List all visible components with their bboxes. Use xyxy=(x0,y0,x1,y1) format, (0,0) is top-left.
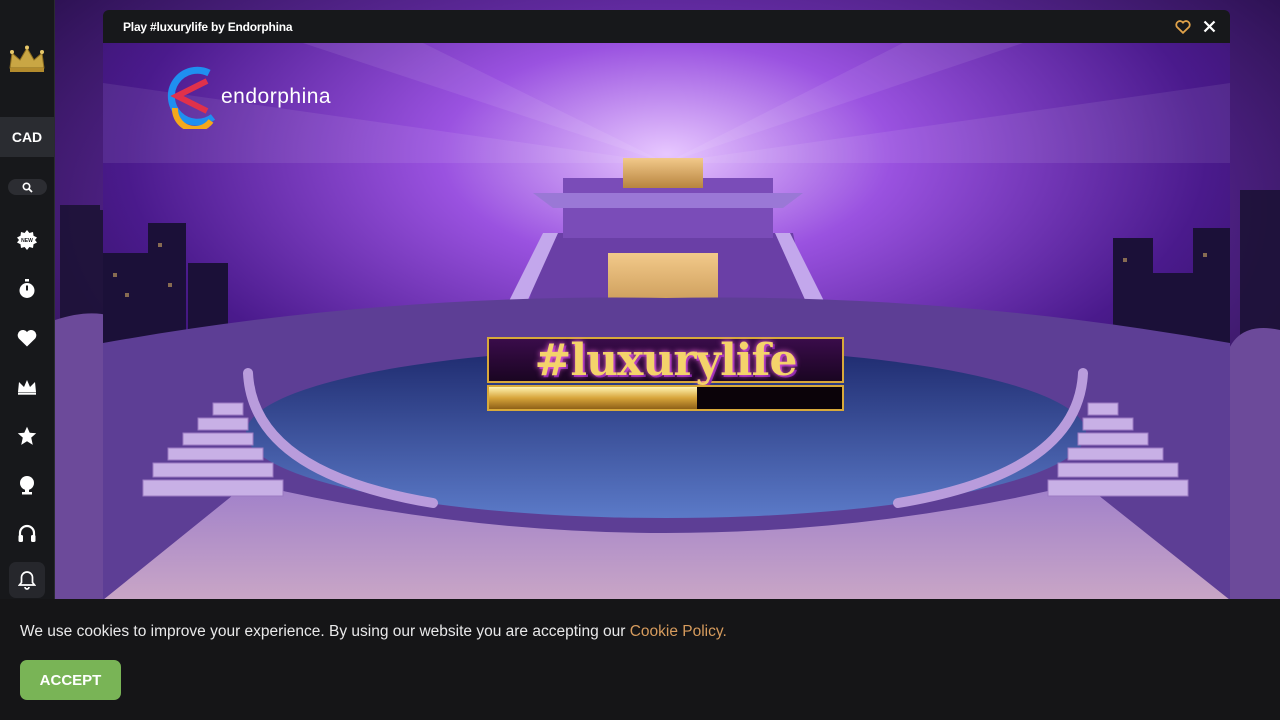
game-modal-header: Play #luxurylife by Endorphina xyxy=(103,10,1230,43)
game-title-logo: #luxurylife xyxy=(487,335,844,386)
sidebar-item-tournaments[interactable] xyxy=(12,470,42,500)
heart-outline-icon[interactable] xyxy=(1175,19,1191,34)
endorphina-logo-icon xyxy=(167,66,216,129)
sidebar-item-new[interactable]: NEW xyxy=(12,225,42,255)
svg-text:NEW: NEW xyxy=(21,238,33,244)
modal-title: Play #luxurylife by Endorphina xyxy=(123,19,293,34)
game-loading-panel: #luxurylife xyxy=(487,335,844,411)
search-icon xyxy=(22,181,33,193)
sidebar-item-recent[interactable] xyxy=(12,274,42,304)
star-icon xyxy=(17,426,37,445)
accept-cookies-button[interactable]: ACCEPT xyxy=(20,660,121,700)
headset-icon xyxy=(18,524,36,542)
game-frame[interactable]: endorphina #luxurylife xyxy=(103,43,1230,600)
cookie-policy-link[interactable]: Cookie Policy. xyxy=(630,623,727,640)
sidebar-item-favorites[interactable] xyxy=(12,323,42,353)
crown-icon[interactable] xyxy=(7,44,47,74)
sidebar-item-vip[interactable] xyxy=(12,372,42,402)
provider-name: endorphina xyxy=(221,85,332,108)
loading-progress-fill xyxy=(489,387,698,409)
crown-icon xyxy=(18,380,36,395)
trophy-icon xyxy=(20,476,34,495)
loading-progress-bar xyxy=(487,385,844,411)
close-icon[interactable] xyxy=(1203,20,1216,33)
notifications-button[interactable] xyxy=(9,562,45,598)
sidebar-item-featured[interactable] xyxy=(12,421,42,451)
cookie-text: We use cookies to improve your experienc… xyxy=(20,623,626,640)
heart-icon xyxy=(17,330,37,347)
sidebar-item-support[interactable] xyxy=(12,519,42,549)
bell-icon xyxy=(18,571,36,590)
search-button[interactable] xyxy=(8,179,47,195)
provider-logo: endorphina xyxy=(163,63,331,129)
currency-selector[interactable]: CAD xyxy=(0,117,54,157)
sidebar: CAD NEW xyxy=(0,0,55,600)
cookie-banner xyxy=(0,599,1280,720)
stopwatch-icon xyxy=(19,279,35,298)
new-badge-icon: NEW xyxy=(17,230,37,250)
cookie-message: We use cookies to improve your experienc… xyxy=(20,623,727,641)
